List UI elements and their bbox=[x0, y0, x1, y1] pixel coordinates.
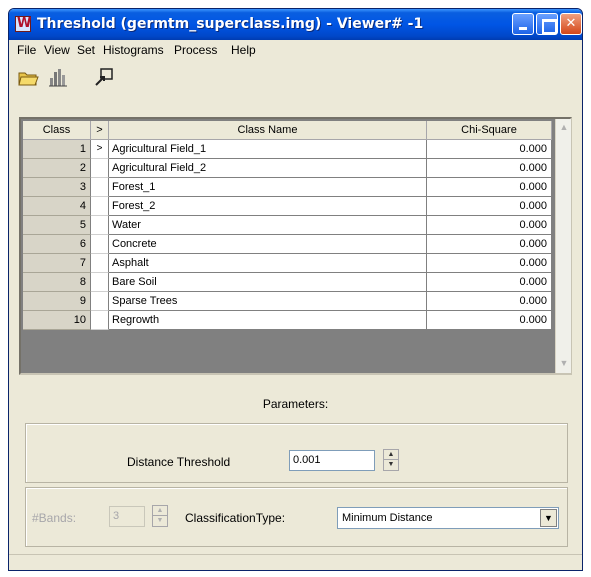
menu-process[interactable]: Process bbox=[174, 43, 217, 57]
bands-spin-down-icon[interactable]: ▼ bbox=[153, 516, 167, 526]
menu-help[interactable]: Help bbox=[231, 43, 256, 57]
threshold-window: Threshold (germtm_superclass.img) - View… bbox=[8, 8, 583, 571]
header-class-name[interactable]: Class Name bbox=[109, 121, 427, 140]
row-class-number[interactable]: 2 bbox=[23, 159, 91, 178]
row-chi-square[interactable]: 0.000 bbox=[427, 235, 552, 254]
row-class-name[interactable]: Sparse Trees bbox=[109, 292, 427, 311]
row-chi-square[interactable]: 0.000 bbox=[427, 273, 552, 292]
toolbar bbox=[9, 62, 582, 92]
bands-spinner[interactable]: ▲ ▼ bbox=[152, 505, 168, 527]
row-chi-square[interactable]: 0.000 bbox=[427, 216, 552, 235]
open-folder-icon[interactable] bbox=[17, 66, 39, 88]
distance-threshold-spinner[interactable]: ▲ ▼ bbox=[383, 449, 399, 471]
row-chi-square[interactable]: 0.000 bbox=[427, 178, 552, 197]
bands-spin-up-icon[interactable]: ▲ bbox=[153, 506, 167, 516]
distance-threshold-input[interactable]: 0.001 bbox=[289, 450, 375, 471]
classification-type-select[interactable]: Minimum Distance ▼ bbox=[337, 507, 559, 529]
row-class-name[interactable]: Water bbox=[109, 216, 427, 235]
row-class-number[interactable]: 9 bbox=[23, 292, 91, 311]
row-class-number[interactable]: 10 bbox=[23, 311, 91, 330]
scroll-up-icon[interactable]: ▲ bbox=[556, 119, 572, 135]
row-marker[interactable] bbox=[91, 235, 109, 254]
classification-type-value: Minimum Distance bbox=[342, 512, 433, 524]
row-chi-square[interactable]: 0.000 bbox=[427, 197, 552, 216]
app-icon bbox=[15, 16, 31, 32]
bands-input[interactable]: 3 bbox=[109, 506, 145, 527]
row-marker[interactable] bbox=[91, 311, 109, 330]
histogram-icon[interactable] bbox=[47, 66, 69, 88]
menu-view[interactable]: View bbox=[44, 43, 70, 57]
title-bar[interactable]: Threshold (germtm_superclass.img) - View… bbox=[9, 9, 582, 40]
header-marker[interactable]: > bbox=[91, 121, 109, 140]
row-class-number[interactable]: 5 bbox=[23, 216, 91, 235]
row-marker[interactable] bbox=[91, 292, 109, 311]
maximize-button[interactable] bbox=[536, 13, 558, 35]
row-chi-square[interactable]: 0.000 bbox=[427, 292, 552, 311]
row-class-name[interactable]: Asphalt bbox=[109, 254, 427, 273]
close-button[interactable]: ✕ bbox=[560, 13, 582, 35]
classification-group: #Bands: 3 ▲ ▼ ClassificationType: Minimu… bbox=[25, 487, 568, 547]
row-chi-square[interactable]: 0.000 bbox=[427, 311, 552, 330]
row-class-name[interactable]: Forest_1 bbox=[109, 178, 427, 197]
current-row-marker[interactable]: > bbox=[91, 140, 109, 159]
class-table: Class > Class Name Chi-Square 1 > Agricult… bbox=[19, 117, 572, 375]
header-chi-square[interactable]: Chi-Square bbox=[427, 121, 552, 140]
row-chi-square[interactable]: 0.000 bbox=[427, 159, 552, 178]
distance-threshold-label: Distance Threshold bbox=[127, 455, 231, 469]
row-class-number[interactable]: 8 bbox=[23, 273, 91, 292]
row-marker[interactable] bbox=[91, 197, 109, 216]
bands-label: #Bands: bbox=[32, 511, 77, 525]
row-class-name[interactable]: Regrowth bbox=[109, 311, 427, 330]
row-class-number[interactable]: 1 bbox=[23, 140, 91, 159]
header-class[interactable]: Class bbox=[23, 121, 91, 140]
row-marker[interactable] bbox=[91, 254, 109, 273]
row-class-number[interactable]: 7 bbox=[23, 254, 91, 273]
row-class-number[interactable]: 3 bbox=[23, 178, 91, 197]
row-chi-square[interactable]: 0.000 bbox=[427, 140, 552, 159]
row-class-name[interactable]: Concrete bbox=[109, 235, 427, 254]
row-class-name[interactable]: Forest_2 bbox=[109, 197, 427, 216]
select-pointer-icon[interactable] bbox=[93, 66, 115, 88]
classification-type-label: ClassificationType: bbox=[185, 511, 286, 525]
row-class-name[interactable]: Agricultural Field_2 bbox=[109, 159, 427, 178]
row-class-name[interactable]: Agricultural Field_1 bbox=[109, 140, 427, 159]
vertical-scrollbar[interactable]: ▲ ▼ bbox=[555, 119, 571, 373]
row-marker[interactable] bbox=[91, 178, 109, 197]
parameters-title: Parameters: bbox=[262, 397, 329, 411]
class-grid: Class > Class Name Chi-Square 1 > Agricult… bbox=[23, 121, 553, 371]
row-class-name[interactable]: Bare Soil bbox=[109, 273, 427, 292]
row-marker[interactable] bbox=[91, 216, 109, 235]
row-class-number[interactable]: 4 bbox=[23, 197, 91, 216]
status-bar bbox=[9, 554, 582, 570]
window-title: Threshold (germtm_superclass.img) - View… bbox=[37, 16, 424, 32]
row-marker[interactable] bbox=[91, 159, 109, 178]
menu-bar: File View Set Histograms Process Help bbox=[9, 40, 582, 60]
row-marker[interactable] bbox=[91, 273, 109, 292]
close-icon: ✕ bbox=[565, 16, 577, 31]
row-chi-square[interactable]: 0.000 bbox=[427, 254, 552, 273]
row-class-number[interactable]: 6 bbox=[23, 235, 91, 254]
minimize-button[interactable] bbox=[512, 13, 534, 35]
menu-histograms[interactable]: Histograms bbox=[103, 43, 164, 57]
distance-threshold-group: Distance Threshold 0.001 ▲ ▼ bbox=[25, 423, 568, 483]
menu-set[interactable]: Set bbox=[77, 43, 95, 57]
chevron-down-icon[interactable]: ▼ bbox=[540, 509, 557, 527]
menu-file[interactable]: File bbox=[17, 43, 36, 57]
spin-up-icon[interactable]: ▲ bbox=[384, 450, 398, 460]
scroll-down-icon[interactable]: ▼ bbox=[556, 355, 572, 371]
spin-down-icon[interactable]: ▼ bbox=[384, 460, 398, 470]
